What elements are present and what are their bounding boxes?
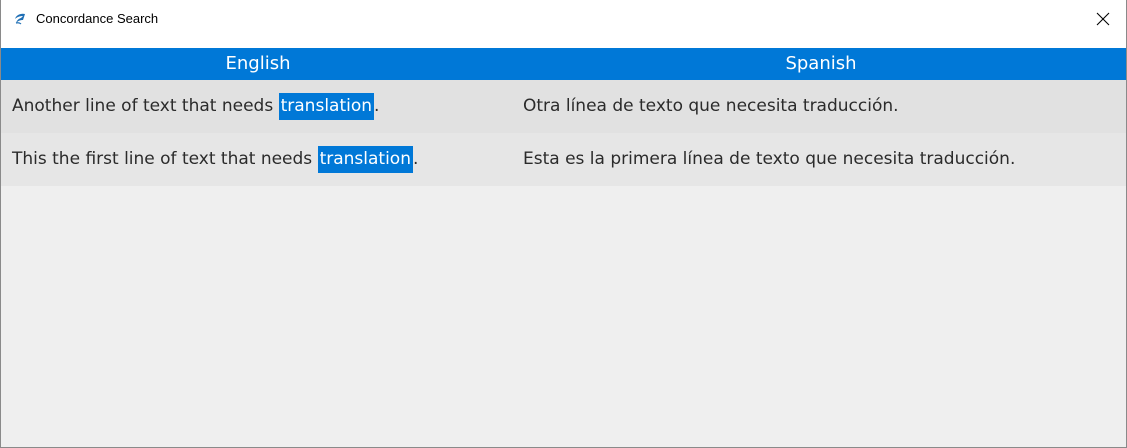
target-text-cell[interactable]: Otra línea de texto que necesita traducc… — [523, 80, 899, 133]
source-text: This the first line of text that needs — [12, 149, 318, 169]
app-logo-icon — [13, 11, 27, 25]
table-header: English Spanish — [1, 48, 1126, 80]
source-text: Another line of text that needs — [12, 96, 279, 116]
close-icon — [1096, 0, 1110, 30]
source-text-end: . — [413, 149, 419, 169]
table-row[interactable]: Another line of text that needs translat… — [1, 80, 1126, 133]
search-match-highlight: translation — [317, 146, 413, 173]
window-title: Concordance Search — [36, 11, 159, 26]
target-text-cell[interactable]: Esta es la primera línea de texto que ne… — [523, 133, 1015, 186]
results-empty-area — [1, 186, 1126, 447]
source-text-cell[interactable]: This the first line of text that needs t… — [12, 133, 418, 186]
close-button[interactable] — [1080, 0, 1126, 48]
source-text-cell[interactable]: Another line of text that needs translat… — [12, 80, 379, 133]
title-bar[interactable]: Concordance Search — [1, 0, 1126, 48]
column-header-english[interactable]: English — [1, 48, 515, 80]
search-match-highlight: translation — [278, 93, 375, 120]
concordance-window: Concordance Search English Spanish Anoth… — [0, 0, 1127, 448]
source-text-end: . — [374, 96, 380, 116]
table-row[interactable]: This the first line of text that needs t… — [1, 133, 1126, 186]
column-header-spanish[interactable]: Spanish — [515, 48, 1126, 80]
